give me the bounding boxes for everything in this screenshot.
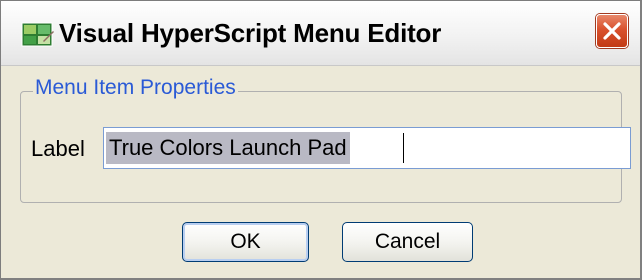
label-input-value[interactable]: True Colors Launch Pad (106, 132, 350, 164)
label-field-label: Label (31, 136, 85, 161)
text-caret (403, 133, 404, 163)
ok-button[interactable]: OK (182, 222, 309, 262)
group-legend: Menu Item Properties (33, 74, 238, 102)
title-bar[interactable]: Visual HyperScript Menu Editor (1, 1, 640, 66)
cancel-button[interactable]: Cancel (342, 222, 473, 262)
app-icon (21, 21, 55, 49)
menu-editor-dialog: Visual HyperScript Menu Editor Menu Item… (0, 0, 642, 280)
window-title: Visual HyperScript Menu Editor (59, 18, 442, 48)
close-button[interactable] (596, 14, 628, 48)
